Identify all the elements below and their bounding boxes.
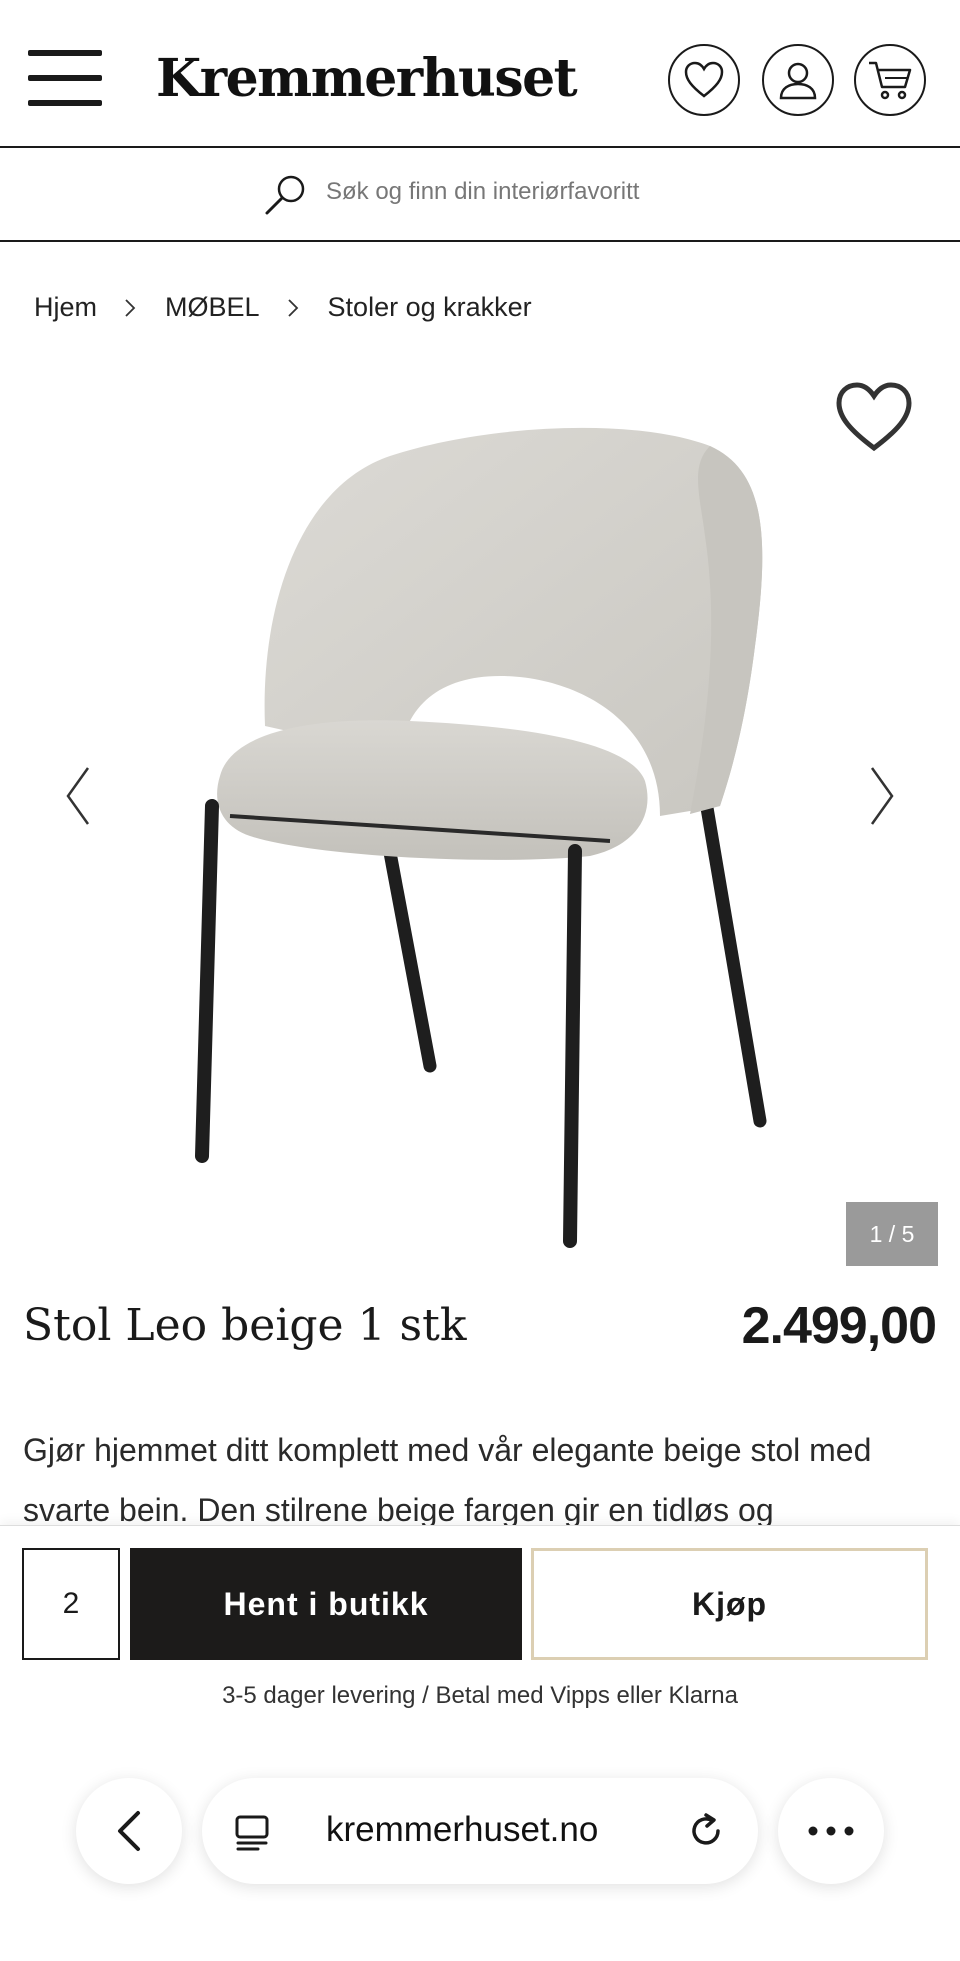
address-bar[interactable]: kremmerhuset.no xyxy=(202,1778,758,1884)
buy-button[interactable]: Kjøp xyxy=(531,1548,928,1660)
favorite-heart-icon[interactable] xyxy=(834,380,914,454)
breadcrumb: Hjem MØBEL Stoler og krakker xyxy=(34,292,532,323)
product-price: 2.499,00 xyxy=(741,1297,937,1355)
browser-toolbar: kremmerhuset.no xyxy=(0,1760,960,1900)
chevron-right-icon xyxy=(125,298,136,317)
search-input[interactable]: Søk og finn din interiørfavoritt xyxy=(326,178,639,206)
delivery-info: 3-5 dager levering / Betal med Vipps ell… xyxy=(222,1682,738,1709)
user-icon xyxy=(779,62,817,100)
cart-button[interactable] xyxy=(854,44,926,116)
product-title: Stol Leo beige 1 stk xyxy=(23,1300,467,1351)
product-description: Gjør hjemmet ditt komplett med vår elega… xyxy=(23,1432,872,1528)
more-options-button[interactable] xyxy=(778,1778,884,1884)
browser-back-button[interactable] xyxy=(76,1778,182,1884)
breadcrumb-home[interactable]: Hjem xyxy=(34,292,97,323)
account-button[interactable] xyxy=(762,44,834,116)
cart-icon xyxy=(869,61,912,100)
product-image[interactable] xyxy=(190,386,770,1266)
chevron-left-icon xyxy=(118,1811,140,1851)
url-text[interactable]: kremmerhuset.no xyxy=(326,1810,598,1850)
tabs-icon[interactable] xyxy=(232,1813,272,1853)
menu-icon[interactable] xyxy=(28,48,104,108)
search-icon xyxy=(265,175,305,215)
chevron-right-icon xyxy=(287,298,298,317)
breadcrumb-stoler[interactable]: Stoler og krakker xyxy=(328,292,532,323)
chevron-right-icon[interactable] xyxy=(868,764,898,828)
more-icon xyxy=(808,1826,854,1836)
chevron-left-icon[interactable] xyxy=(62,764,92,828)
quantity-input[interactable]: 2 xyxy=(22,1548,120,1660)
pickup-in-store-button[interactable]: Hent i butikk xyxy=(130,1548,522,1660)
product-gallery: 1 / 5 xyxy=(0,360,960,1266)
image-counter: 1 / 5 xyxy=(846,1202,938,1266)
reload-icon[interactable] xyxy=(686,1811,726,1851)
search-bar[interactable]: Søk og finn din interiørfavoritt xyxy=(0,148,960,242)
heart-icon xyxy=(684,61,724,98)
site-header: Kremmerhuset xyxy=(0,0,960,148)
site-logo[interactable]: Kremmerhuset xyxy=(156,46,578,112)
wishlist-button[interactable] xyxy=(668,44,740,116)
breadcrumb-mobel[interactable]: MØBEL xyxy=(165,292,260,323)
